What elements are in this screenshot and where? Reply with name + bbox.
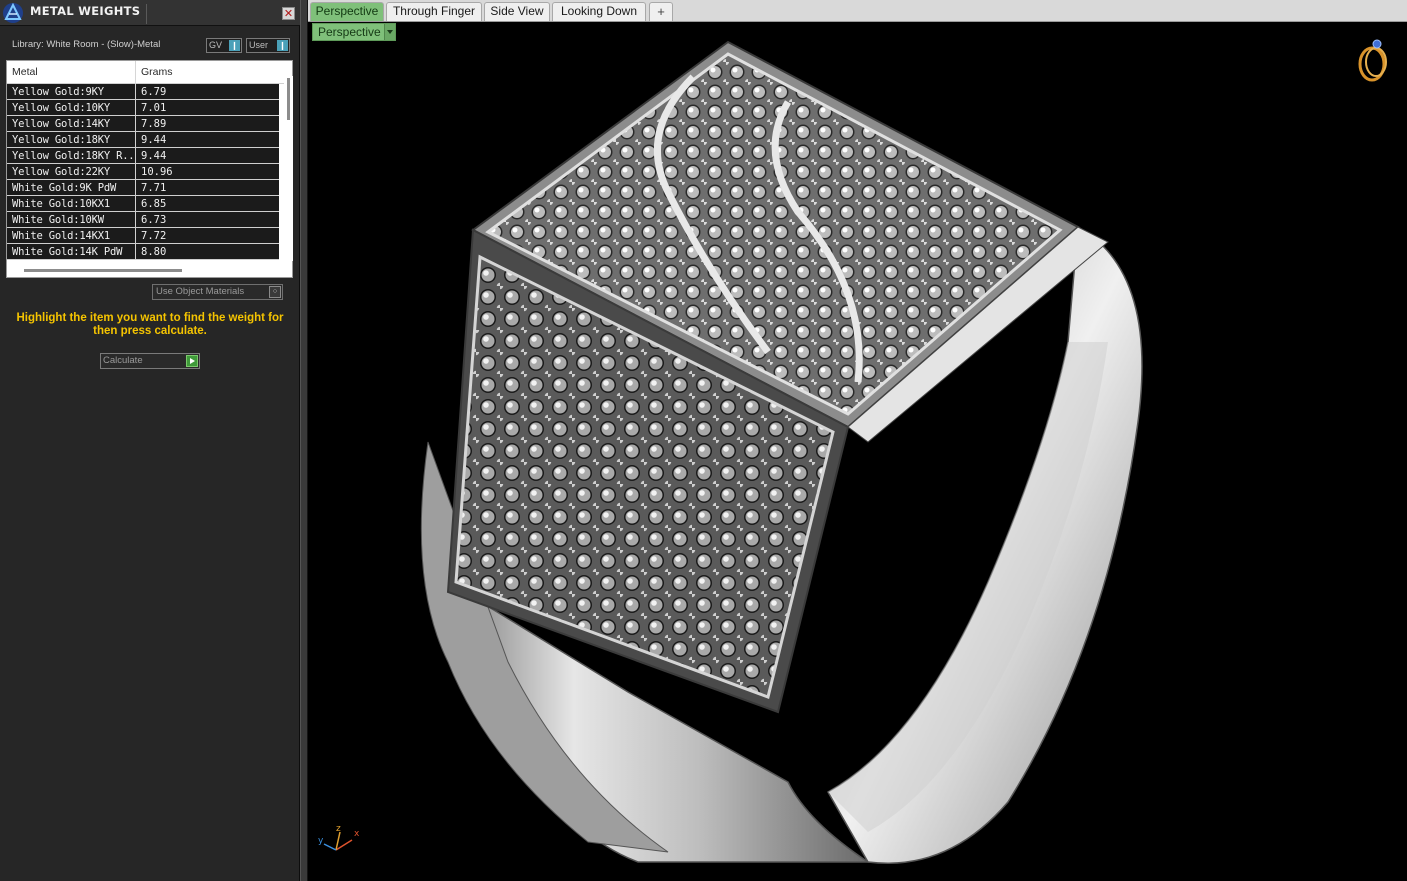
view-mode-dropdown[interactable]: Perspective — [312, 23, 396, 41]
title-divider — [146, 4, 147, 24]
table-row[interactable]: Yellow Gold:14KY 7.89 — [7, 116, 279, 132]
table-row[interactable]: White Gold:14K PdW 8.80 — [7, 244, 279, 260]
instructions-text: Highlight the item you want to find the … — [16, 312, 284, 337]
user-toggle-label: User — [249, 40, 269, 50]
table-row[interactable]: Yellow Gold:18KY 9.44 — [7, 132, 279, 148]
table-row[interactable]: White Gold:9K PdW 7.71 — [7, 180, 279, 196]
calculate-button[interactable]: Calculate — [100, 353, 200, 369]
view-mode-label: Perspective — [318, 25, 381, 39]
cell-grams: 8.80 — [141, 246, 167, 258]
add-tab-button[interactable]: + — [649, 2, 673, 21]
cell-metal: Yellow Gold:18KY R... — [12, 150, 134, 162]
scrollbar-thumb[interactable] — [24, 269, 182, 272]
table-row[interactable]: White Gold:14KX1 7.72 — [7, 228, 279, 244]
column-header-grams[interactable]: Grams — [141, 66, 173, 78]
calculate-label: Calculate — [103, 355, 143, 366]
table-row[interactable]: White Gold:10KX1 6.85 — [7, 196, 279, 212]
vertical-scrollbar[interactable] — [284, 76, 293, 261]
cell-grams: 7.01 — [141, 102, 167, 114]
cell-metal: White Gold:14K PdW — [12, 246, 123, 258]
ring-render — [420, 40, 1143, 864]
library-label: Library: White Room - (Slow)-Metal — [12, 39, 161, 50]
toggle-knob-icon: ❙ — [277, 40, 288, 51]
table-row[interactable]: Yellow Gold:10KY 7.01 — [7, 100, 279, 116]
metal-table: Metal Grams Yellow Gold:9KY 6.79 Yellow G… — [6, 60, 293, 278]
close-icon[interactable]: ✕ — [282, 7, 295, 20]
panel-titlebar: METAL WEIGHTS ✕ — [0, 0, 300, 26]
table-body: Yellow Gold:9KY 6.79 Yellow Gold:10KY 7.01… — [7, 84, 279, 260]
app-window: METAL WEIGHTS ✕ Library: White Room - (S… — [0, 0, 1407, 881]
cell-metal: Yellow Gold:18KY — [12, 134, 110, 146]
panel-title: METAL WEIGHTS — [30, 4, 141, 18]
column-divider — [135, 61, 136, 84]
use-object-materials-label: Use Object Materials — [156, 286, 245, 297]
tab-looking-down[interactable]: Looking Down — [552, 2, 646, 21]
dropdown-arrow-icon — [384, 24, 395, 40]
table-row[interactable]: Yellow Gold:18KY R... 9.44 — [7, 148, 279, 164]
cell-grams: 7.72 — [141, 230, 167, 242]
cell-grams: 10.96 — [141, 166, 173, 178]
gv-toggle[interactable]: GV ❙ — [206, 38, 242, 53]
cell-metal: White Gold:14KX1 — [12, 230, 110, 242]
tab-perspective[interactable]: Perspective — [310, 2, 384, 21]
panel-splitter[interactable] — [300, 0, 308, 881]
column-header-metal[interactable]: Metal — [12, 66, 38, 78]
horizontal-scrollbar[interactable] — [7, 264, 292, 277]
cell-grams: 9.44 — [141, 134, 167, 146]
view-tabbar: Perspective Through Finger Side View Loo… — [308, 0, 1407, 22]
toggle-knob-icon: ❙ — [229, 40, 240, 51]
user-toggle[interactable]: User ❙ — [246, 38, 290, 53]
cell-grams: 7.89 — [141, 118, 167, 130]
cell-grams: 7.71 — [141, 182, 167, 194]
cell-metal: White Gold:10KW — [12, 214, 104, 226]
play-icon — [186, 355, 198, 367]
cell-grams: 6.79 — [141, 86, 167, 98]
cell-metal: Yellow Gold:14KY — [12, 118, 110, 130]
cell-grams: 9.44 — [141, 150, 167, 162]
tab-through-finger[interactable]: Through Finger — [386, 2, 482, 21]
axis-z-label: z — [336, 824, 341, 834]
cell-metal: Yellow Gold:9KY — [12, 86, 104, 98]
table-row[interactable]: White Gold:10KW 6.73 — [7, 212, 279, 228]
cell-metal: Yellow Gold:10KY — [12, 102, 110, 114]
3d-viewport[interactable]: Perspective x z y — [308, 22, 1407, 881]
cell-metal: White Gold:10KX1 — [12, 198, 110, 210]
cell-metal: Yellow Gold:22KY — [12, 166, 110, 178]
metal-weights-panel: METAL WEIGHTS ✕ Library: White Room - (S… — [0, 0, 300, 881]
cell-grams: 6.73 — [141, 214, 167, 226]
axis-y-label: y — [318, 836, 324, 846]
axis-gizmo-icon: x z y — [318, 824, 360, 851]
cell-metal: White Gold:9K PdW — [12, 182, 117, 194]
ring-view-icon[interactable] — [1352, 36, 1392, 84]
cell-grams: 6.85 — [141, 198, 167, 210]
table-header: Metal Grams — [7, 61, 285, 84]
app-logo-icon — [3, 2, 23, 23]
scrollbar-thumb[interactable] — [287, 78, 290, 120]
table-row[interactable]: Yellow Gold:9KY 6.79 — [7, 84, 279, 100]
table-row[interactable]: Yellow Gold:22KY 10.96 — [7, 164, 279, 180]
tab-side-view[interactable]: Side View — [484, 2, 550, 21]
axis-x-label: x — [354, 829, 360, 839]
use-object-materials-select[interactable]: Use Object Materials ○ — [152, 284, 283, 300]
gv-toggle-label: GV — [209, 40, 223, 50]
dropdown-circle-icon: ○ — [269, 286, 281, 298]
